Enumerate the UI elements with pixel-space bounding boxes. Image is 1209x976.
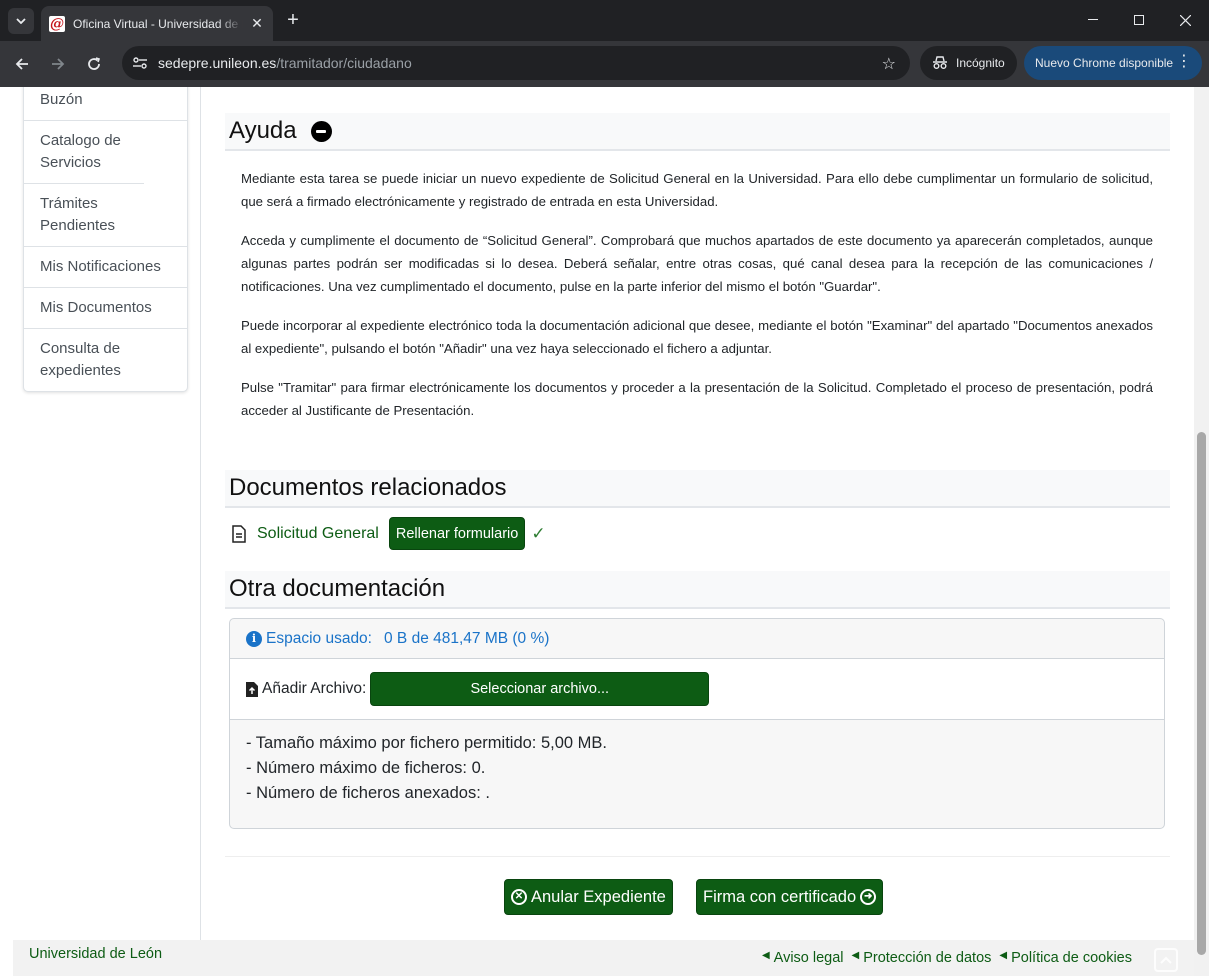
info-icon: i: [246, 630, 262, 647]
site-settings-icon[interactable]: [130, 53, 150, 73]
browser-tab-strip: @ Oficina Virtual - Universidad de León …: [0, 0, 1209, 41]
other-docs-title: Otra documentación: [229, 575, 446, 602]
collapse-icon[interactable]: [310, 120, 332, 142]
forward-button[interactable]: [44, 50, 72, 78]
incognito-label: Incógnito: [956, 56, 1005, 70]
help-header: Ayuda: [225, 113, 1170, 151]
footer-link-cookies[interactable]: Política de cookies: [1011, 950, 1132, 966]
site-favicon-icon: @: [49, 15, 65, 32]
help-paragraph: Acceda y cumplimente el documento de “So…: [241, 233, 1153, 294]
sign-certificate-button[interactable]: Firma con certificado ➜: [696, 879, 884, 915]
footer-link-proteccion[interactable]: Protección de datos: [863, 950, 991, 966]
file-limits: - Tamaño máximo por fichero permitido: 5…: [230, 720, 1164, 817]
file-upload-icon: [246, 681, 258, 697]
address-bar[interactable]: sedepre.unileon.es/tramitador/ciudadano …: [122, 46, 910, 80]
help-title: Ayuda: [229, 117, 297, 144]
footer-org-link[interactable]: Universidad de León: [29, 946, 162, 962]
other-docs-header: Otra documentación: [225, 571, 1170, 609]
maximize-button[interactable]: [1116, 0, 1162, 40]
more-menu-icon[interactable]: ⋮: [1176, 54, 1192, 70]
caret-left-icon: ◀: [999, 950, 1008, 961]
sidebar-item-tramites[interactable]: Trámites Pendientes: [24, 184, 187, 247]
footer-link-aviso[interactable]: Aviso legal: [774, 950, 844, 966]
browser-toolbar: sedepre.unileon.es/tramitador/ciudadano …: [0, 41, 1209, 87]
sidebar-item-catalogo[interactable]: Catalogo de Servicios: [24, 121, 144, 184]
sign-label: Firma con certificado: [703, 887, 857, 906]
page-scrollbar[interactable]: [1194, 87, 1209, 976]
url-text: sedepre.unileon.es/tramitador/ciudadano: [158, 55, 412, 71]
page-footer: Universidad de León ◀ Aviso legal ◀ Protec…: [13, 940, 1194, 976]
add-file-row: Añadir Archivo: Seleccionar archivo...: [230, 659, 1164, 720]
document-icon: [232, 524, 246, 543]
window-close-button[interactable]: [1162, 0, 1208, 40]
limit-item: - Número de ficheros anexados: .: [246, 784, 490, 802]
sidebar-item-buzon[interactable]: Buzón: [24, 87, 187, 121]
select-file-button[interactable]: Seleccionar archivo...: [370, 672, 710, 706]
help-paragraph: Mediante esta tarea se puede iniciar un …: [241, 171, 1153, 209]
new-tab-button[interactable]: +: [282, 9, 304, 31]
space-value: 0 B de 481,47 MB (0 %): [384, 629, 550, 647]
caret-left-icon: ◀: [851, 950, 860, 961]
upload-card: i Espacio usado: 0 B de 481,47 MB (0 %) …: [229, 618, 1165, 829]
limit-item: - Tamaño máximo por fichero permitido: 5…: [246, 734, 608, 752]
cancel-expediente-button[interactable]: ✕ Anular Expediente: [504, 879, 673, 915]
close-tab-icon[interactable]: ✕: [249, 15, 265, 31]
arrow-right-circle-icon: ➜: [860, 889, 877, 905]
help-paragraph: Puede incorporar al expediente electróni…: [241, 318, 1153, 356]
incognito-indicator[interactable]: Incógnito: [920, 46, 1017, 80]
related-docs-title: Documentos relacionados: [229, 474, 507, 501]
sidebar-item-consulta[interactable]: Consulta de expedientes: [24, 329, 187, 391]
fill-form-button[interactable]: Rellenar formulario: [388, 517, 526, 550]
arrow-left-icon: [15, 58, 28, 70]
x-circle-icon: ✕: [511, 889, 527, 905]
tab-title: Oficina Virtual - Universidad de León: [73, 16, 243, 31]
incognito-icon: [933, 56, 947, 69]
sidebar-item-documentos[interactable]: Mis Documentos: [24, 288, 187, 329]
sidebar-menu: Buzón Catalogo de Servicios Trámites Pen…: [23, 87, 188, 392]
tab-search-button[interactable]: [8, 8, 34, 34]
chrome-update-label: Nuevo Chrome disponible: [1035, 56, 1174, 70]
url-host: sedepre.unileon.es: [158, 55, 277, 71]
cancel-label: Anular Expediente: [531, 887, 666, 906]
solicitud-general-link[interactable]: Solicitud General: [257, 525, 379, 543]
reload-button[interactable]: [80, 50, 108, 78]
minimize-button[interactable]: [1070, 0, 1116, 40]
actions-divider: [225, 856, 1170, 857]
scroll-to-top-icon[interactable]: [1154, 948, 1178, 972]
add-file-label: Añadir Archivo:: [262, 680, 367, 697]
limit-item: - Número máximo de ficheros: 0.: [246, 759, 486, 777]
caret-left-icon: ◀: [761, 950, 770, 961]
related-docs-header: Documentos relacionados: [225, 470, 1170, 508]
check-icon: ✓: [531, 523, 546, 543]
sidebar-divider: [200, 87, 201, 940]
url-path: /tramitador/ciudadano: [276, 55, 412, 71]
close-icon: [1179, 14, 1191, 26]
sidebar-item-notificaciones[interactable]: Mis Notificaciones: [24, 247, 187, 288]
browser-tab[interactable]: @ Oficina Virtual - Universidad de León …: [41, 6, 273, 41]
space-label: Espacio usado:: [266, 629, 372, 647]
arrow-right-icon: [52, 58, 65, 70]
chevron-down-icon: [16, 18, 26, 24]
reload-icon: [88, 57, 101, 70]
related-doc-row: Solicitud General Rellenar formulario ✓: [231, 517, 546, 550]
help-paragraph: Pulse "Tramitar" para firmar electrónica…: [241, 380, 1153, 418]
page-viewport: Buzón Catalogo de Servicios Trámites Pen…: [0, 87, 1194, 976]
minimize-icon: [1088, 19, 1098, 20]
scrollbar-thumb[interactable]: [1197, 432, 1206, 955]
back-button[interactable]: [8, 50, 36, 78]
footer-links: ◀ Aviso legal ◀ Protección de datos ◀ Polít…: [762, 950, 1140, 966]
maximize-icon: [1134, 15, 1144, 25]
chrome-update-button[interactable]: Nuevo Chrome disponible ⋮: [1024, 46, 1202, 80]
space-usage-row: i Espacio usado: 0 B de 481,47 MB (0 %): [230, 619, 1164, 659]
bookmark-star-icon[interactable]: ☆: [882, 54, 896, 74]
help-text: Mediante esta tarea se puede iniciar un …: [241, 167, 1153, 438]
